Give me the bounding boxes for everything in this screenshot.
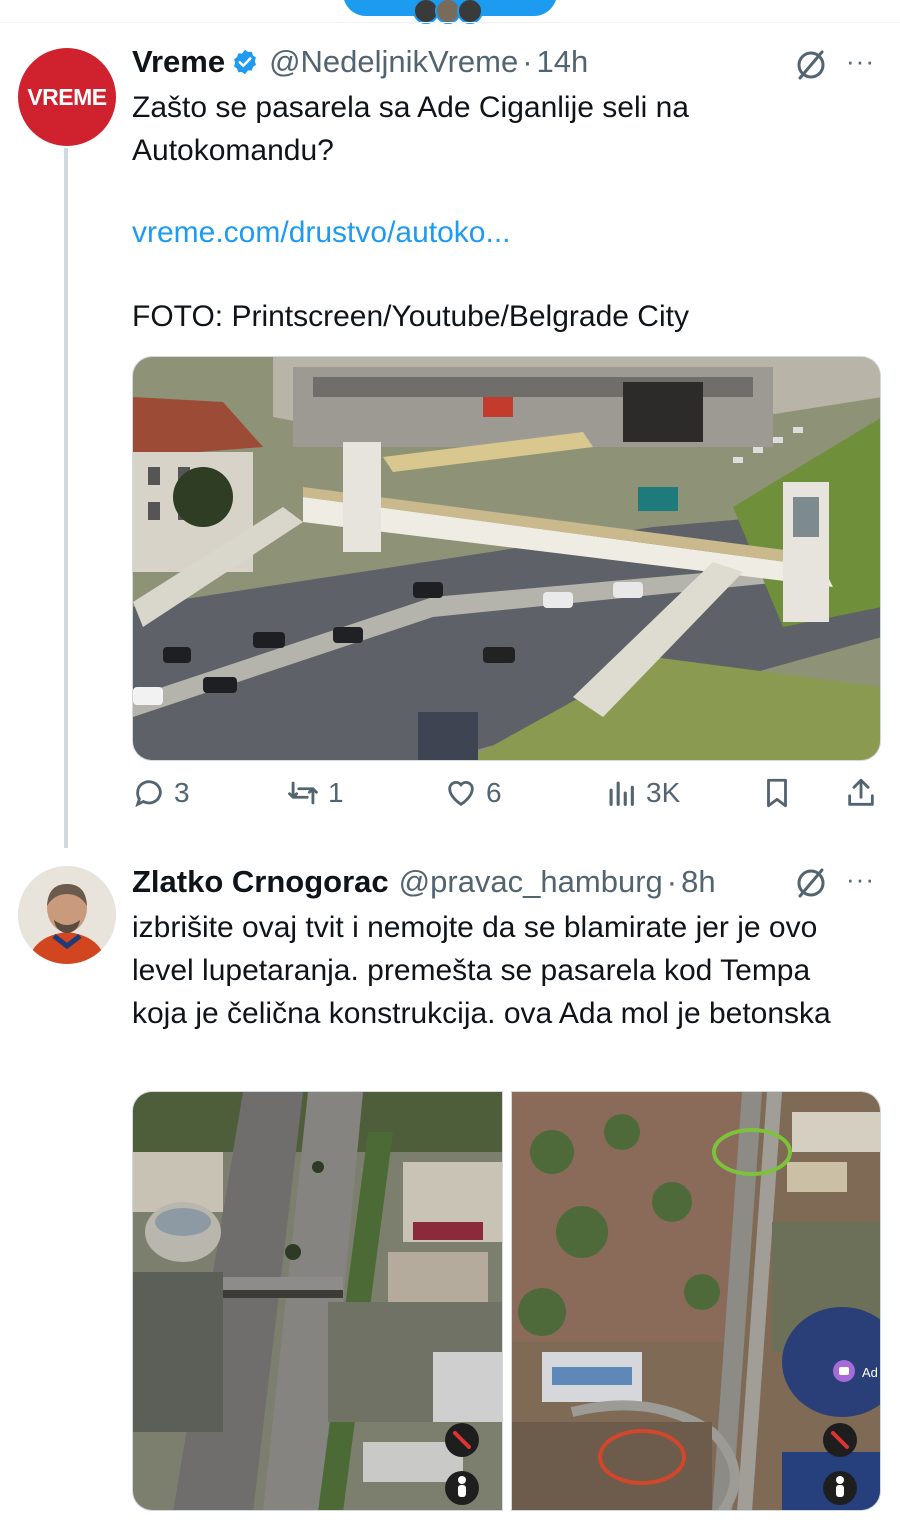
verified-badge-icon	[234, 49, 257, 75]
tweet-header: Vreme @NedeljnikVreme · 14h	[132, 44, 588, 80]
pegman-icon[interactable]	[444, 1470, 478, 1504]
profile-photo	[18, 866, 116, 964]
bookmark-button[interactable]	[760, 776, 802, 810]
like-icon	[448, 781, 474, 807]
reply-count: 3	[174, 777, 190, 808]
tweet-image-bridge[interactable]	[132, 356, 881, 761]
views-button[interactable]: 3K	[604, 776, 680, 810]
tweet-header: Zlatko Crnogorac @pravac_hamburg · 8h	[132, 864, 716, 900]
separator-dot: ·	[522, 44, 533, 79]
bookmark-icon	[767, 778, 787, 808]
reply-button[interactable]: 3	[132, 776, 190, 810]
tweet-link[interactable]: vreme.com/drustvo/autoko...	[132, 216, 511, 250]
author-name[interactable]: Vreme	[132, 44, 225, 80]
share-button[interactable]	[844, 776, 886, 810]
new-posts-avatars	[413, 0, 493, 24]
views-icon	[609, 781, 634, 806]
author-name[interactable]: Zlatko Crnogorac	[132, 864, 389, 900]
like-button[interactable]: 6	[444, 776, 502, 810]
timestamp[interactable]: 14h	[537, 44, 589, 80]
new-posts-pill[interactable]	[343, 0, 557, 24]
pegman-icon[interactable]	[822, 1470, 856, 1504]
separator-dot: ·	[666, 864, 678, 899]
reply-icon	[135, 780, 162, 808]
retweet-count: 1	[328, 777, 344, 808]
map-label: Ad	[862, 1365, 878, 1380]
thread-connector	[64, 148, 68, 848]
avatar-logo-text: VREME	[27, 83, 107, 110]
grok-icon[interactable]	[794, 866, 828, 900]
author-handle[interactable]: @pravac_hamburg	[399, 864, 663, 900]
like-count: 6	[486, 777, 502, 808]
views-count: 3K	[646, 777, 681, 808]
more-icon[interactable]: ···	[846, 46, 875, 77]
author-handle[interactable]: @NedeljnikVreme	[269, 44, 518, 80]
compass-icon[interactable]	[822, 1422, 856, 1456]
timestamp[interactable]: 8h	[681, 864, 715, 900]
grok-icon[interactable]	[794, 48, 828, 82]
avatar-vreme[interactable]: VREME	[18, 48, 116, 146]
retweet-icon	[288, 781, 318, 805]
compass-icon[interactable]	[444, 1422, 478, 1456]
retweet-button[interactable]: 1	[286, 776, 344, 810]
photo-credit: FOTO: Printscreen/Youtube/Belgrade City	[132, 300, 689, 333]
tweet-text: Zašto se pasarela sa Ade Ciganlije seli …	[132, 91, 696, 167]
divider	[0, 22, 900, 23]
avatar-zlatko[interactable]	[18, 866, 116, 964]
share-icon	[848, 778, 874, 806]
more-icon[interactable]: ···	[846, 864, 875, 895]
tweet-text: izbrišite ovaj tvit i nemojte da se blam…	[132, 911, 831, 1030]
tweet-actions: 3 1 6 3K	[132, 776, 882, 820]
